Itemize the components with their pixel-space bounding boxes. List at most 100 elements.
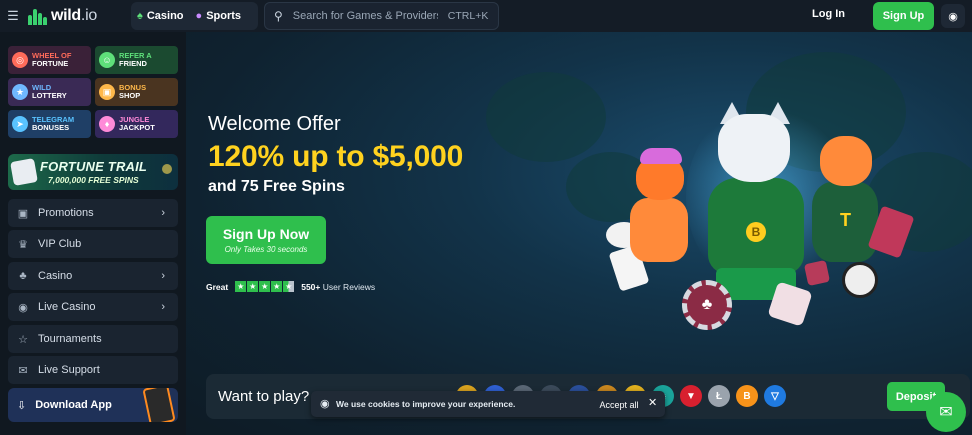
offer-headline: 120% up to $5,000 xyxy=(208,140,464,173)
chat-bubble-icon[interactable]: ✉ xyxy=(926,392,966,432)
tab-sports[interactable]: ● Sports xyxy=(196,10,242,22)
welcome-heading: Welcome Offer xyxy=(208,113,341,135)
bitcoin-chain-icon: B xyxy=(746,222,766,242)
star-icon: ★ xyxy=(235,281,247,292)
promo-bonus-shop[interactable]: ▣ Bonus Shop xyxy=(95,78,178,106)
tab-casino[interactable]: ♠ Casino xyxy=(137,10,184,22)
download-app-label: Download App xyxy=(35,399,112,411)
chevron-right-icon: › xyxy=(161,207,165,219)
cookie-text: We use cookies to improve your experienc… xyxy=(336,399,516,409)
sidebar-item-promotions[interactable]: ▣ Promotions › xyxy=(8,199,178,227)
category-tabs: ♠ Casino ● Sports xyxy=(131,2,258,30)
casino-icon: ♠ xyxy=(137,10,143,22)
trophy-icon: ☆ xyxy=(18,333,28,346)
cookie-banner: ◉ We use cookies to improve your experie… xyxy=(311,391,665,417)
tab-sports-label: Sports xyxy=(206,10,242,22)
tether-icon[interactable]: ▽ xyxy=(764,385,786,407)
free-spins-text: and 75 Free Spins xyxy=(208,178,345,195)
chevron-right-icon: › xyxy=(161,301,165,313)
cookie-icon: ◉ xyxy=(320,398,330,410)
star-icon: ★ xyxy=(259,281,271,292)
sidebar-item-label: Casino xyxy=(38,270,73,282)
ball-icon: ● xyxy=(195,10,203,22)
sidebar-item-label: VIP Club xyxy=(38,238,82,250)
account-icon[interactable]: ◉ xyxy=(941,4,965,28)
poker-chip-icon: ♣ xyxy=(682,280,732,330)
star-half-icon: ★ xyxy=(283,281,295,292)
lottery-icon: ★ xyxy=(12,84,28,100)
sidebar-item-label: Live Support xyxy=(38,364,100,376)
fortune-trail-banner[interactable]: FORTUNE TRAIL 7,000,000 FREE SPINS xyxy=(8,154,178,190)
casino-icon: ♣ xyxy=(19,270,27,282)
telegram-icon: ➤ xyxy=(12,116,28,132)
sidebar-item-live-casino[interactable]: ◉ Live Casino › xyxy=(8,293,178,321)
friend-icon: ☺ xyxy=(99,52,115,68)
sidebar-item-label: Promotions xyxy=(38,207,94,219)
shop-icon: ▣ xyxy=(99,84,115,100)
download-app-button[interactable]: ⇩ Download App xyxy=(8,388,178,422)
rating-label: Great xyxy=(206,281,229,292)
litecoin-icon[interactable]: Ł xyxy=(708,385,730,407)
search-input[interactable] xyxy=(292,10,438,22)
chat-icon: ✉ xyxy=(18,364,28,377)
hamburger-icon[interactable]: ☰ xyxy=(0,0,26,32)
live-icon: ◉ xyxy=(18,301,28,314)
want-to-play-title: Want to play? xyxy=(218,388,310,405)
promo-label: Telegram Bonuses xyxy=(32,114,75,132)
jackpot-icon: ♦ xyxy=(99,116,115,132)
husky-mascot-icon xyxy=(718,114,790,182)
fortune-trail-title: FORTUNE TRAIL xyxy=(40,159,148,174)
wheel-icon: ◎ xyxy=(12,52,28,68)
star-rating: ★ ★ ★ ★ ★ xyxy=(235,281,295,292)
signup-button[interactable]: Sign Up xyxy=(873,2,934,30)
chevron-right-icon: › xyxy=(161,270,165,282)
sidebar-item-live-support[interactable]: ✉ Live Support xyxy=(8,356,178,384)
logo[interactable]: wild.io xyxy=(28,7,97,25)
promo-wild-lottery[interactable]: ★ Wild Lottery xyxy=(8,78,91,106)
hero-banner: Welcome Offer 120% up to $5,000 and 75 F… xyxy=(186,32,972,435)
jungle-decor xyxy=(486,72,606,162)
accept-cookies-button[interactable]: Accept all xyxy=(590,396,648,413)
fox-body xyxy=(630,198,688,262)
close-icon[interactable]: ✕ xyxy=(648,396,657,409)
promo-telegram-bonuses[interactable]: ➤ Telegram Bonuses xyxy=(8,110,91,138)
promo-label: Jungle Jackpot xyxy=(119,114,155,132)
tron-icon[interactable]: ▼ xyxy=(680,385,702,407)
login-button[interactable]: Log In xyxy=(812,8,845,20)
crown-icon: ♛ xyxy=(18,238,28,251)
fortune-trail-subtitle: 7,000,000 FREE SPINS xyxy=(48,175,139,185)
download-icon: ⇩ xyxy=(17,399,27,412)
sidebar-item-label: Tournaments xyxy=(38,333,102,345)
sidebar: ◎ Wheel of Fortune ☺ Refer a Friend ★ Wild Lotte… xyxy=(0,32,186,435)
sidebar-item-label: Live Casino xyxy=(38,301,96,313)
cta-sublabel: Only Takes 30 seconds xyxy=(224,245,308,254)
star-icon: ★ xyxy=(271,281,283,292)
logo-text: wild.io xyxy=(51,7,97,24)
promo-grid: ◎ Wheel of Fortune ☺ Refer a Friend ★ Wild Lotte… xyxy=(8,46,178,138)
review-count: 550+ User Reviews xyxy=(301,281,376,292)
promo-jungle-jackpot[interactable]: ♦ Jungle Jackpot xyxy=(95,110,178,138)
promo-wheel-of-fortune[interactable]: ◎ Wheel of Fortune xyxy=(8,46,91,74)
promo-label: Bonus Shop xyxy=(119,82,147,100)
signup-now-button[interactable]: Sign Up Now Only Takes 30 seconds xyxy=(206,216,326,264)
promo-refer-a-friend[interactable]: ☺ Refer a Friend xyxy=(95,46,178,74)
star-icon: ★ xyxy=(247,281,259,292)
sidebar-item-vip-club[interactable]: ♛ VIP Club xyxy=(8,230,178,258)
tab-casino-label: Casino xyxy=(146,10,184,22)
soccer-ball-icon xyxy=(842,262,878,298)
search-shortcut: CTRL+K xyxy=(447,10,489,22)
top-header: ☰ wild.io ♠ Casino ● Sports ⚲ CTRL+K Log… xyxy=(0,0,972,32)
search-bar[interactable]: ⚲ CTRL+K xyxy=(264,2,499,30)
fox-hat-icon xyxy=(640,148,682,164)
sidebar-item-casino[interactable]: ♣ Casino › xyxy=(8,262,178,290)
cta-label: Sign Up Now xyxy=(222,226,310,242)
dice-icon xyxy=(10,158,38,186)
promo-label: Wild Lottery xyxy=(32,82,67,100)
logo-mark-icon xyxy=(28,7,48,25)
promo-label: Wheel of Fortune xyxy=(32,50,72,68)
bitcoin-icon[interactable]: B xyxy=(736,385,758,407)
sidebar-item-tournaments[interactable]: ☆ Tournaments xyxy=(8,325,178,353)
mascot-illustration: B T ♣ xyxy=(596,62,926,332)
search-icon: ⚲ xyxy=(274,9,283,23)
gift-icon: ▣ xyxy=(17,207,29,220)
